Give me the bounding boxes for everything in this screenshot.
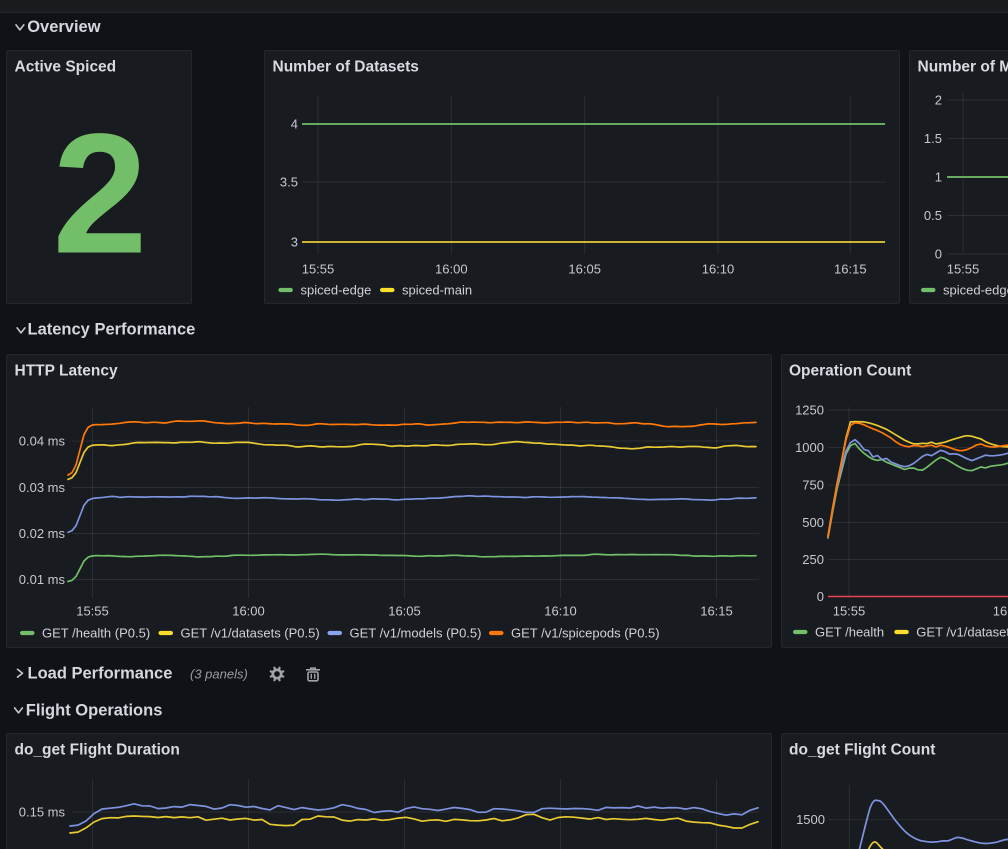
- svg-text:(3 panels): (3 panels): [190, 667, 248, 682]
- svg-text:Latency Performance: Latency Performance: [28, 321, 196, 339]
- svg-text:Flight Operations: Flight Operations: [26, 702, 163, 720]
- svg-text:Overview: Overview: [27, 18, 101, 36]
- svg-text:Load Performance: Load Performance: [28, 664, 173, 682]
